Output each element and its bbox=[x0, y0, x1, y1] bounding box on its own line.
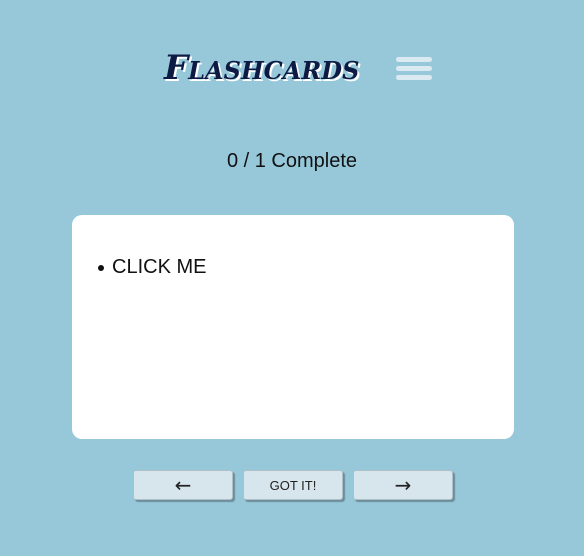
flashcard[interactable]: CLICK ME bbox=[72, 215, 514, 439]
menu-bar bbox=[396, 57, 432, 62]
left-arrow-icon: ← bbox=[174, 473, 192, 497]
menu-bar bbox=[396, 66, 432, 71]
flashcard-item-text: CLICK ME bbox=[112, 256, 207, 278]
next-button[interactable]: → bbox=[353, 470, 453, 500]
header: Flashcards bbox=[0, 42, 584, 94]
hamburger-menu-icon[interactable] bbox=[396, 57, 432, 83]
got-it-label: GOT IT! bbox=[269, 477, 317, 493]
progress-status: 0 / 1 Complete bbox=[226, 150, 358, 172]
menu-bar bbox=[396, 75, 432, 80]
flashcard-item: CLICK ME bbox=[98, 255, 206, 279]
app-title: Flashcards bbox=[164, 48, 360, 88]
got-it-button[interactable]: GOT IT! bbox=[243, 470, 343, 500]
previous-button[interactable]: ← bbox=[133, 470, 233, 500]
flashcard-list: CLICK ME bbox=[98, 255, 206, 279]
bullet-icon bbox=[98, 265, 104, 271]
right-arrow-icon: → bbox=[394, 473, 412, 497]
